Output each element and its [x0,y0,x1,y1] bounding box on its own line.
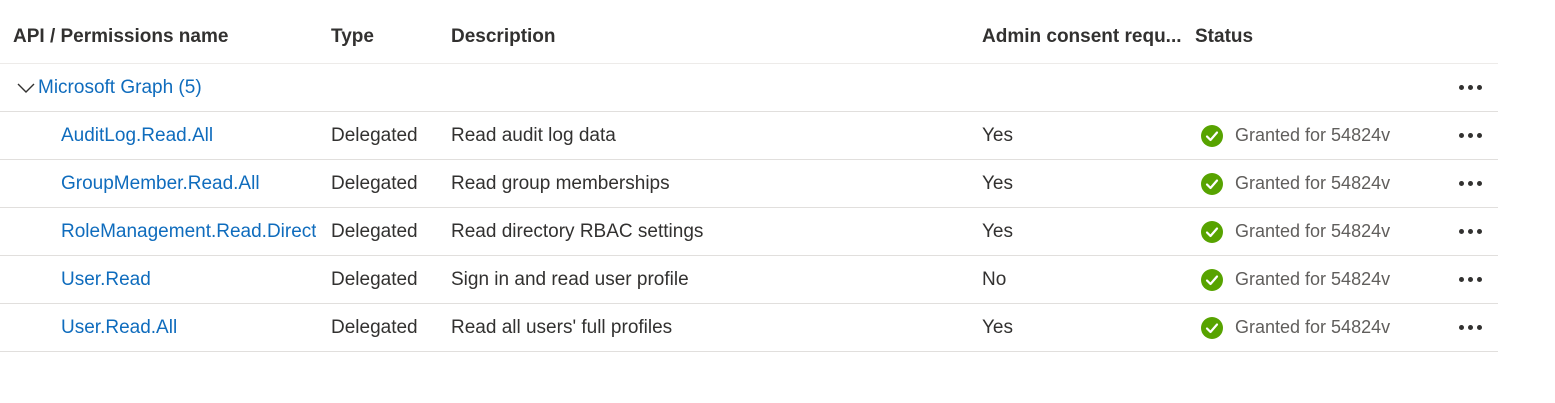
permission-type: Delegated [331,268,418,290]
table-header: API / Permissions name Type Description … [0,0,1498,64]
permission-name-link[interactable]: GroupMember.Read.All [61,160,316,207]
table-row: User.Read.All Delegated Read all users' … [0,304,1498,352]
permission-name-link[interactable]: RoleManagement.Read.Directory [61,208,316,255]
column-header-description[interactable]: Description [451,0,971,63]
check-circle-icon [1201,316,1223,339]
check-circle-icon [1201,124,1223,147]
more-options-icon[interactable] [1453,175,1488,192]
table-row: AuditLog.Read.All Delegated Read audit l… [0,112,1498,160]
chevron-down-icon [17,83,35,93]
table-row: GroupMember.Read.All Delegated Read grou… [0,160,1498,208]
status-cell: Granted for 54824v [1195,256,1441,303]
permission-type: Delegated [331,316,418,338]
permission-description: Read audit log data [451,124,616,146]
more-options-icon[interactable] [1453,79,1488,96]
group-label: Microsoft Graph (5) [38,76,202,98]
admin-consent-value: Yes [982,220,1013,242]
permission-description: Read group memberships [451,172,670,194]
permission-type: Delegated [331,124,418,146]
status-cell: Granted for 54824v [1195,208,1441,255]
check-circle-icon [1201,172,1223,195]
permission-description: Sign in and read user profile [451,268,689,290]
column-header-status[interactable]: Status [1195,0,1435,63]
admin-consent-value: Yes [982,172,1013,194]
permission-name-link[interactable]: User.Read [61,256,316,303]
check-circle-icon [1201,268,1223,291]
check-circle-icon [1201,220,1223,243]
status-cell: Granted for 54824v [1195,304,1441,351]
admin-consent-value: Yes [982,316,1013,338]
status-text: Granted for 54824v [1235,221,1391,241]
permission-type: Delegated [331,172,418,194]
admin-consent-value: No [982,268,1007,290]
permission-name-link[interactable]: User.Read.All [61,304,316,351]
permission-description: Read all users' full profiles [451,316,673,338]
permissions-table: API / Permissions name Type Description … [0,0,1498,352]
permission-description: Read directory RBAC settings [451,220,704,242]
status-text: Granted for 54824v [1235,317,1391,337]
status-text: Granted for 54824v [1235,269,1391,289]
table-row: User.Read Delegated Sign in and read use… [0,256,1498,304]
status-text: Granted for 54824v [1235,125,1391,145]
permission-name-link[interactable]: AuditLog.Read.All [61,112,316,159]
status-cell: Granted for 54824v [1195,112,1441,159]
group-toggle[interactable]: Microsoft Graph (5) [16,64,202,111]
permission-type: Delegated [331,220,418,242]
group-row-microsoft-graph: Microsoft Graph (5) [0,64,1498,112]
column-header-admin-consent[interactable]: Admin consent requ... [982,0,1182,63]
more-options-icon[interactable] [1453,271,1488,288]
table-row: RoleManagement.Read.Directory Delegated … [0,208,1498,256]
more-options-icon[interactable] [1453,127,1488,144]
column-header-name[interactable]: API / Permissions name [13,0,316,63]
more-options-icon[interactable] [1453,223,1488,240]
status-cell: Granted for 54824v [1195,160,1441,207]
status-text: Granted for 54824v [1235,173,1391,193]
admin-consent-value: Yes [982,124,1013,146]
more-options-icon[interactable] [1453,319,1488,336]
column-header-type[interactable]: Type [331,0,441,63]
